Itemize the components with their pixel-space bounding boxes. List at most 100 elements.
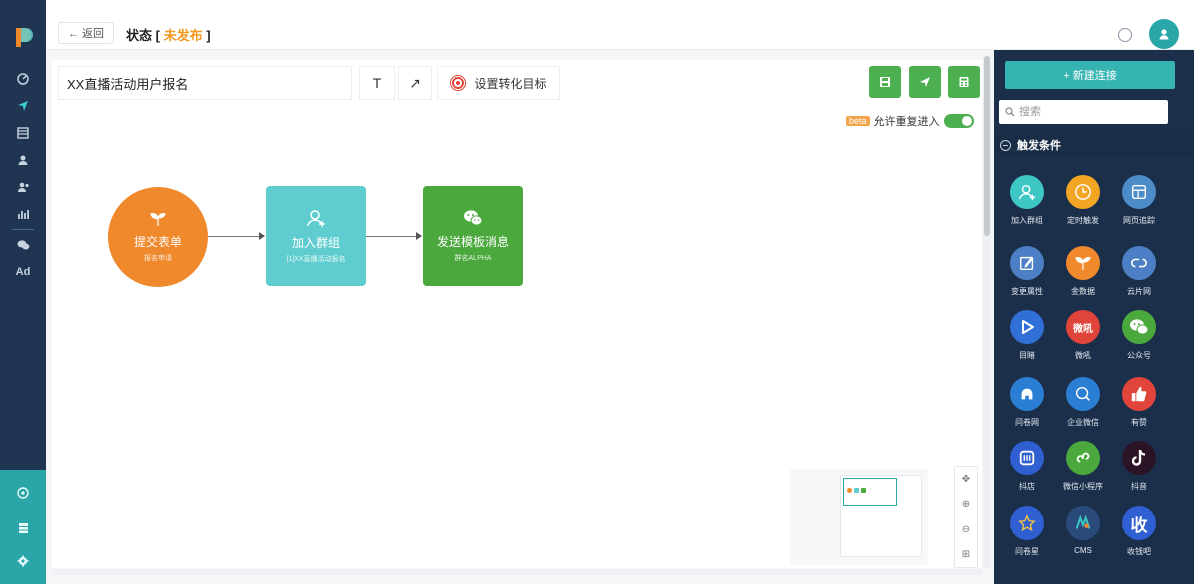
- cms-icon: [1066, 506, 1100, 540]
- trigger-label: 抖店: [1019, 482, 1035, 491]
- status-prefix: 状态 [: [126, 28, 164, 43]
- flow-node-send-template-message[interactable]: 发送模板消息 群名ALPHA: [423, 186, 523, 286]
- trigger-item-5[interactable]: 金数据: [1058, 246, 1108, 297]
- set-conversion-goal-button[interactable]: 设置转化目标: [437, 66, 560, 100]
- sidebar-bottom-block: [0, 470, 46, 584]
- publish-button[interactable]: [909, 66, 941, 98]
- trigger-item-9[interactable]: 公众号: [1114, 310, 1164, 361]
- node-title: 发送模板消息: [436, 235, 509, 249]
- flow-arrow-icon: [416, 232, 422, 240]
- back-button[interactable]: ← 返回: [58, 22, 115, 44]
- canvas-horizontal-scrollbar[interactable]: [52, 569, 982, 575]
- trigger-section-header[interactable]: 触发条件: [994, 134, 1194, 156]
- yunpian-icon: [1122, 246, 1156, 280]
- new-connection-button[interactable]: + 新建连接: [1005, 61, 1175, 89]
- node-subtitle: 群名ALPHA: [454, 255, 492, 262]
- trigger-item-12[interactable]: 有赞: [1114, 377, 1164, 428]
- flow-node-join-group[interactable]: 加入群组 [1]XX直播活动报名: [266, 186, 366, 286]
- trigger-item-6[interactable]: 云片网: [1114, 246, 1164, 297]
- trigger-label: 金数据: [1071, 287, 1095, 296]
- dashboard-nav-icon[interactable]: [0, 68, 46, 90]
- top-bar: ← 返回 状态 [ 未发布 ]: [46, 0, 1194, 50]
- trigger-label: 定时触发: [1067, 216, 1099, 225]
- trigger-label: 网页追踪: [1123, 216, 1155, 225]
- wechat-nav-icon[interactable]: [0, 234, 46, 256]
- right-panel: + 新建连接 触发条件 加入群组定时触发网页追踪变更属性金数据云片网目睹微吼微吼…: [994, 50, 1194, 584]
- trigger-item-16[interactable]: 问卷星: [1002, 506, 1052, 557]
- allow-reentry-row: beta 允许重复进入: [846, 113, 974, 129]
- table-nav-icon[interactable]: [0, 122, 46, 144]
- play-icon: [1010, 310, 1044, 344]
- trigger-item-17[interactable]: CMS: [1058, 506, 1108, 555]
- scrollbar-thumb[interactable]: [984, 56, 990, 236]
- calculator-button[interactable]: [948, 66, 980, 98]
- move-icon[interactable]: ✥: [962, 474, 970, 485]
- search-box: [999, 100, 1168, 124]
- trigger-label: 收钱吧: [1127, 547, 1151, 556]
- trigger-section-title: 触发条件: [1017, 140, 1061, 152]
- journey-nav-icon[interactable]: [0, 95, 46, 117]
- trigger-item-4[interactable]: 变更属性: [1002, 246, 1052, 297]
- collapse-icon[interactable]: [1000, 139, 1011, 151]
- trigger-label: 有赞: [1131, 418, 1147, 427]
- trigger-item-3[interactable]: 网页追踪: [1114, 175, 1164, 226]
- help-nav-icon[interactable]: [0, 482, 46, 504]
- beta-badge: beta: [846, 116, 870, 126]
- minimap-node: [854, 488, 859, 493]
- ad-nav-icon[interactable]: Ad: [0, 261, 46, 283]
- search-input[interactable]: [1019, 106, 1159, 118]
- journey-name-input[interactable]: [58, 66, 352, 100]
- sidebar-divider: [12, 229, 34, 230]
- allow-reentry-label: 允许重复进入: [873, 116, 940, 128]
- trigger-item-8[interactable]: 微吼 微吼: [1058, 310, 1108, 361]
- trigger-item-18[interactable]: 收收钱吧: [1114, 506, 1164, 557]
- message-icon[interactable]: [1118, 28, 1132, 42]
- canvas-vertical-scrollbar[interactable]: [983, 56, 991, 568]
- user-avatar[interactable]: [1149, 19, 1179, 49]
- trigger-label: 微吼: [1075, 351, 1091, 360]
- trigger-item-14[interactable]: 微信小程序: [1058, 441, 1108, 492]
- status-value: 未发布: [163, 28, 203, 43]
- thumbs-up-icon: [1122, 377, 1156, 411]
- trigger-label: 公众号: [1127, 351, 1151, 360]
- trigger-label: 抖音: [1131, 482, 1147, 491]
- trigger-icon-text: 收: [1130, 515, 1148, 535]
- trigger-label: 企业微信: [1067, 418, 1099, 427]
- trigger-label: 云片网: [1127, 287, 1151, 296]
- wework-icon: [1066, 377, 1100, 411]
- analytics-nav-icon[interactable]: [0, 203, 46, 225]
- apps-nav-icon[interactable]: [0, 517, 46, 539]
- left-sidebar: Ad: [0, 0, 46, 584]
- trigger-label: CMS: [1074, 546, 1092, 555]
- trigger-label: 问卷网: [1015, 418, 1039, 427]
- status-suffix: ]: [202, 28, 211, 43]
- text-tool-button[interactable]: T: [359, 66, 395, 100]
- arrow-tool-button[interactable]: ↗: [398, 66, 432, 100]
- weihou-icon: 微吼: [1066, 310, 1100, 344]
- trigger-item-10[interactable]: 问卷网: [1002, 377, 1052, 428]
- trigger-item-11[interactable]: 企业微信: [1058, 377, 1108, 428]
- zoom-out-icon[interactable]: ⊖: [962, 524, 970, 535]
- minimap[interactable]: [790, 469, 928, 565]
- tiktok-icon: [1122, 441, 1156, 475]
- flow-connector: [208, 236, 260, 237]
- allow-reentry-toggle[interactable]: [943, 114, 974, 128]
- target-icon: [450, 75, 467, 91]
- settings-nav-icon[interactable]: [0, 550, 46, 572]
- fit-view-icon[interactable]: ⊞: [962, 549, 970, 560]
- flow-node-submit-form[interactable]: 提交表单 报名申请: [108, 187, 208, 287]
- save-button[interactable]: [869, 66, 901, 98]
- trigger-item-2[interactable]: 定时触发: [1058, 175, 1108, 226]
- trigger-item-7[interactable]: 目睹: [1002, 310, 1052, 361]
- save-icon: [880, 77, 890, 87]
- trigger-item-15[interactable]: 抖音: [1114, 441, 1164, 492]
- wechat-icon: [464, 210, 483, 226]
- jinshuju-icon: [1066, 246, 1100, 280]
- trigger-item-13[interactable]: 抖店: [1002, 441, 1052, 492]
- webpage-icon: [1122, 175, 1156, 209]
- node-subtitle: [1]XX直播活动报名: [286, 256, 346, 263]
- zoom-in-icon[interactable]: ⊕: [962, 499, 970, 510]
- group-nav-icon[interactable]: [0, 176, 46, 198]
- trigger-item-1[interactable]: 加入群组: [1002, 175, 1052, 226]
- user-nav-icon[interactable]: [0, 149, 46, 171]
